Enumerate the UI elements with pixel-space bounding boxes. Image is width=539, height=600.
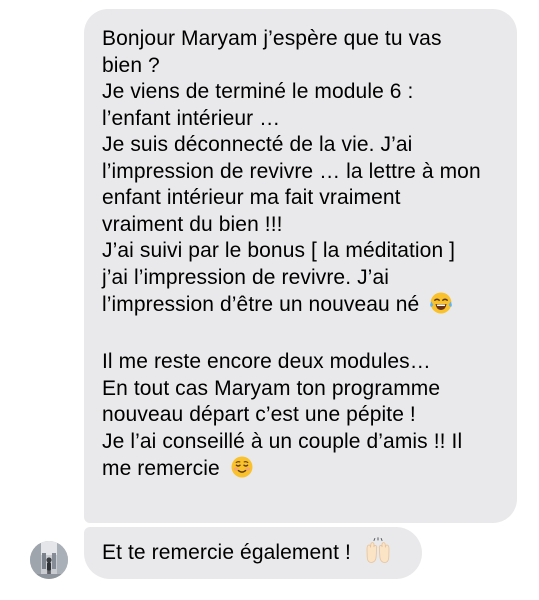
tears-of-joy-emoji xyxy=(429,291,453,323)
message-line: l’enfant intérieur … xyxy=(102,106,281,130)
message-line: nouveau départ c’est une pépite ! xyxy=(102,403,416,426)
message-line: l’impression de revivre … la lettre à mo… xyxy=(102,159,481,183)
message-line: Je viens de terminé le module 6 : xyxy=(102,80,414,103)
sender-avatar[interactable] xyxy=(30,541,68,579)
message-line-with-emoji: me remercie xyxy=(102,455,505,487)
message-line: enfant intérieur ma fait vraiment xyxy=(102,186,401,209)
message-line-text: me remercie xyxy=(102,457,220,480)
message-bubble-received[interactable]: Et te remercie également ! xyxy=(84,527,422,579)
message-line: j’ai l’impression de revivre. J’ai xyxy=(102,265,389,289)
message-line: En tout cas Maryam ton programme xyxy=(102,376,441,400)
message-line: Je l’ai conseillé à un couple d’amis !! … xyxy=(102,429,463,453)
message-line: J’ai suivi par le bonus [ la méditation … xyxy=(102,239,456,262)
message-bubble-received[interactable]: Bonjour Maryam j’espère que tu vas bien … xyxy=(84,9,517,523)
message-line: Il me reste encore deux modules… xyxy=(102,350,431,373)
message-line-text: l’impression d’être un nouveau né xyxy=(102,293,420,316)
message-text: Et te remercie également ! xyxy=(102,540,351,564)
message-line-with-emoji: l’impression d’être un nouveau né xyxy=(102,291,505,323)
raising-hands-emoji xyxy=(363,536,393,571)
smiling-face-emoji xyxy=(230,455,254,487)
message-line: vraiment du bien !!! xyxy=(102,212,283,236)
message-line: Je suis déconnecté de la vie. J’ai xyxy=(102,133,413,156)
message-line: bien ? xyxy=(102,53,160,77)
message-line: Bonjour Maryam j’espère que tu vas xyxy=(102,27,442,50)
